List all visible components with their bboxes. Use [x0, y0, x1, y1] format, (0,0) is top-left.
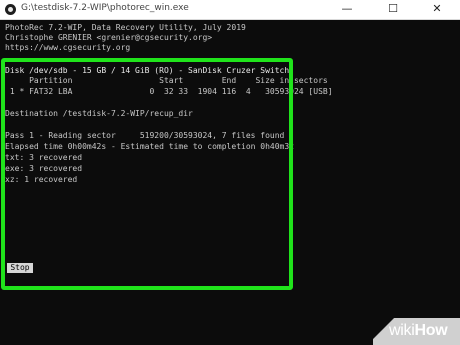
wikihow-prefix: wiki — [389, 322, 415, 339]
maximize-button[interactable]: ☐ — [370, 0, 416, 19]
header-line-author: Christophe GRENIER <grenier@cgsecurity.o… — [5, 33, 213, 42]
window-title: G:\testdisk-7.2-WIP\photorec_win.exe — [21, 3, 189, 13]
wikihow-suffix: How — [414, 322, 448, 339]
minimize-button[interactable]: — — [324, 0, 370, 19]
window-titlebar: G:\testdisk-7.2-WIP\photorec_win.exe — ☐… — [0, 0, 460, 20]
header-line-title: PhotoRec 7.2-WIP, Data Recovery Utility,… — [5, 23, 246, 32]
close-button[interactable]: ✕ — [414, 0, 460, 19]
highlight-box — [1, 58, 293, 290]
wikihow-watermark: wikiHow — [389, 322, 448, 340]
app-icon — [5, 4, 16, 15]
header-line-url: https://www.cgsecurity.org — [5, 43, 131, 52]
